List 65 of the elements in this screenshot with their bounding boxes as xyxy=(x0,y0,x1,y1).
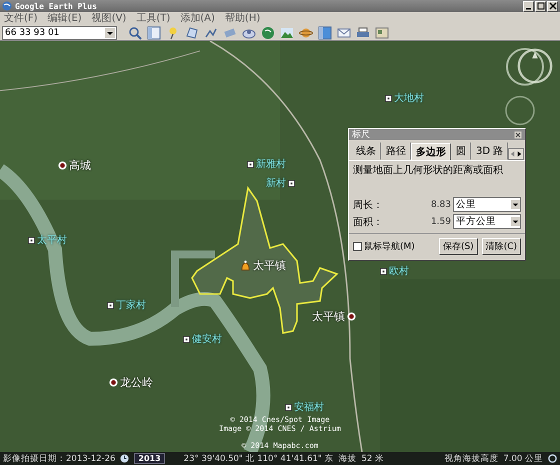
maximize-button[interactable] xyxy=(535,0,546,12)
search-icon[interactable] xyxy=(128,26,142,40)
place-label[interactable]: 太平村 xyxy=(37,233,67,247)
ruler-tab[interactable]: 线条 xyxy=(351,142,381,160)
menu-item[interactable]: 帮助(H) xyxy=(224,12,260,24)
imagery-date: 影像拍摄日期：2013-12-26 xyxy=(3,452,116,464)
place-dot-icon[interactable] xyxy=(58,161,67,170)
planet-icon[interactable] xyxy=(299,26,313,40)
menu-item[interactable]: 文件(F) xyxy=(4,12,38,24)
scroll-right-icon[interactable] xyxy=(516,149,524,159)
ruler-tab[interactable]: 圆 xyxy=(451,142,471,160)
measure-value: 8.83 xyxy=(430,200,451,210)
place-label[interactable]: 大地村 xyxy=(394,91,424,105)
place-label[interactable]: 新村 xyxy=(266,176,286,190)
compass-icon[interactable] xyxy=(516,47,554,85)
eye-altitude-value: 7.00 公里 xyxy=(503,452,543,464)
globe-icon[interactable] xyxy=(261,26,275,40)
year-label[interactable]: 2013 xyxy=(134,453,165,464)
dialog-title: 标尺 xyxy=(352,128,370,141)
elevation-value: 52 米 xyxy=(362,452,384,464)
close-icon xyxy=(548,2,556,10)
close-button[interactable] xyxy=(547,0,558,12)
close-icon[interactable] xyxy=(514,130,522,138)
dialog-button[interactable]: 清除(C) xyxy=(482,238,521,255)
mail-icon[interactable] xyxy=(337,26,351,40)
place-dot-icon[interactable] xyxy=(347,312,356,321)
place-label[interactable]: 龙公岭 xyxy=(120,375,153,390)
bell-marker-icon[interactable] xyxy=(240,260,251,271)
menu-item[interactable]: 添加(A) xyxy=(180,12,215,24)
place-label[interactable]: 欧村 xyxy=(389,264,409,278)
mouse-nav-checkbox[interactable]: 鼠标导航(M) xyxy=(353,240,415,253)
place-label[interactable]: 太平镇 xyxy=(312,309,345,324)
print-icon[interactable] xyxy=(356,26,370,40)
place-label[interactable]: 太平镇 xyxy=(253,258,286,273)
place-label[interactable]: 健安村 xyxy=(192,332,222,346)
window-title: Google Earth Plus xyxy=(15,2,97,10)
eye-altitude-label: 视角海拔高度 xyxy=(444,452,498,464)
place-label[interactable]: 新雅村 xyxy=(256,157,286,171)
unit-dropdown[interactable]: 公里 xyxy=(453,197,521,212)
menu-item[interactable]: 编辑(E) xyxy=(48,12,82,24)
description-text: 测量地面上几何形状的距离或面积 xyxy=(353,164,504,177)
measure-value: 1.59 xyxy=(430,216,451,226)
globe-icon xyxy=(2,1,12,11)
measure-label: 面积： xyxy=(353,216,384,228)
coordinates-text: 23° 39'40.50" 北 110° 41'41.61" 东 xyxy=(184,452,334,464)
measure-label: 周长： xyxy=(353,198,384,212)
elevation-label: 海拔 xyxy=(338,452,357,464)
maximize-icon xyxy=(536,2,544,10)
menu-item[interactable]: 工具(T) xyxy=(136,12,170,24)
unit-dropdown[interactable]: 平方公里 xyxy=(453,214,521,229)
sky-icon[interactable] xyxy=(280,26,294,40)
place-label[interactable]: 安福村 xyxy=(294,400,324,414)
ruler-tab[interactable]: 多边形 xyxy=(411,143,451,160)
place-label[interactable]: 高城 xyxy=(69,158,91,173)
map-icon[interactable] xyxy=(375,26,389,40)
sidebar-icon[interactable] xyxy=(318,26,332,40)
menu-item[interactable]: 视图(V) xyxy=(92,12,126,24)
panel-icon[interactable] xyxy=(147,26,161,40)
minimize-button[interactable] xyxy=(523,0,534,12)
place-label[interactable]: 丁家村 xyxy=(116,298,146,312)
streaming-icon xyxy=(548,454,557,463)
search-combo[interactable]: 66 33 93 01 xyxy=(2,26,117,40)
place-dot-icon[interactable] xyxy=(109,378,118,387)
dialog-button[interactable]: 保存(S) xyxy=(438,238,478,255)
clock-icon[interactable] xyxy=(120,454,130,463)
